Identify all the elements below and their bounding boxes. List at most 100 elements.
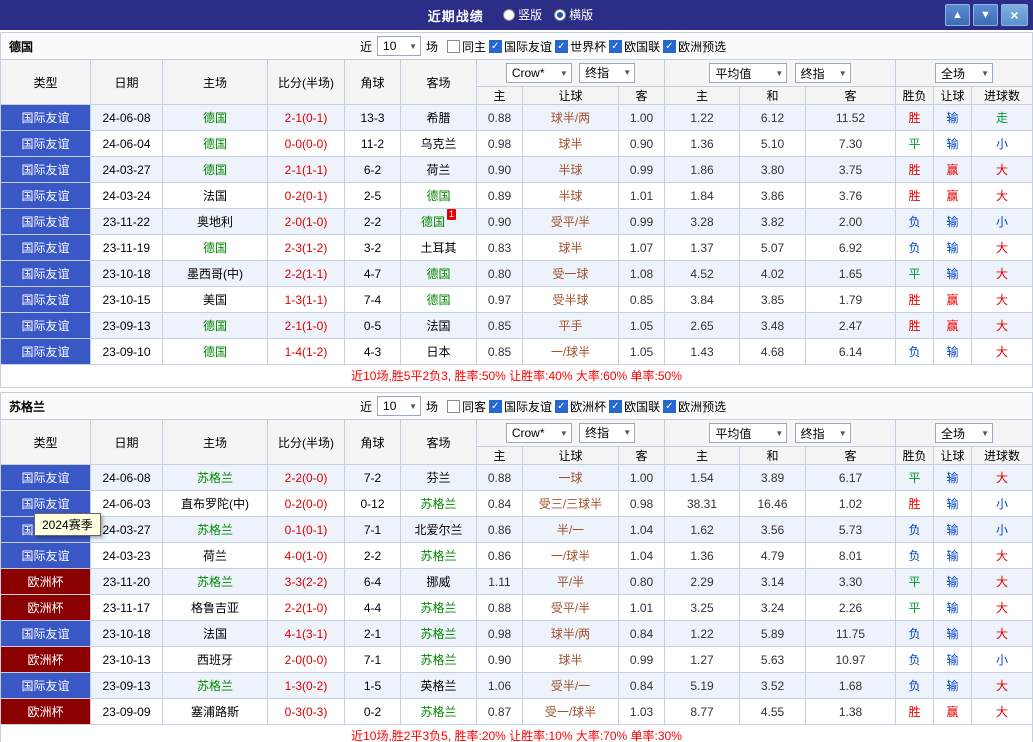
away-team[interactable]: 荷兰 — [401, 157, 477, 183]
average-odds-select[interactable]: 平均值▼ — [709, 63, 787, 83]
checkbox-icon[interactable] — [555, 40, 568, 53]
away-team[interactable]: 希腊 — [401, 105, 477, 131]
filter-option[interactable]: 欧洲预选 — [663, 38, 726, 55]
bookmaker-select[interactable]: Crow*▼ — [506, 423, 572, 443]
match-score[interactable]: 2-2(1-1) — [268, 261, 345, 287]
filter-option[interactable]: 欧国联 — [609, 398, 660, 415]
final-odds-select[interactable]: 终指▼ — [579, 63, 635, 83]
checkbox-icon[interactable] — [663, 40, 676, 53]
match-score[interactable]: 3-3(2-2) — [268, 569, 345, 595]
away-team[interactable]: 苏格兰 — [401, 621, 477, 647]
checkbox-icon[interactable] — [447, 400, 460, 413]
home-team[interactable]: 苏格兰 — [163, 673, 268, 699]
home-team[interactable]: 美国 — [163, 287, 268, 313]
home-team[interactable]: 法国 — [163, 621, 268, 647]
checkbox-icon[interactable] — [609, 40, 622, 53]
home-team[interactable]: 德国 — [163, 235, 268, 261]
checkbox-icon[interactable] — [489, 400, 502, 413]
final-odds-select-2[interactable]: 终指▼ — [795, 63, 851, 83]
match-score[interactable]: 2-2(0-0) — [268, 465, 345, 491]
match-score[interactable]: 2-0(1-0) — [268, 209, 345, 235]
away-team[interactable]: 挪威 — [401, 569, 477, 595]
home-team[interactable]: 荷兰 — [163, 543, 268, 569]
radio-icon[interactable] — [503, 9, 515, 21]
home-team[interactable]: 西班牙 — [163, 647, 268, 673]
away-team[interactable]: 乌克兰 — [401, 131, 477, 157]
average-odds-select[interactable]: 平均值▼ — [709, 423, 787, 443]
match-count-select[interactable]: 10▼ — [377, 396, 421, 416]
match-score[interactable]: 2-2(1-0) — [268, 595, 345, 621]
checkbox-icon[interactable] — [555, 400, 568, 413]
scroll-up-button[interactable]: ▲ — [945, 4, 970, 26]
layout-radio-vertical[interactable]: 竖版 — [503, 6, 542, 23]
match-score[interactable]: 0-2(0-0) — [268, 491, 345, 517]
full-match-select[interactable]: 全场▼ — [935, 63, 993, 83]
close-button[interactable]: × — [1001, 4, 1028, 26]
home-team[interactable]: 法国 — [163, 183, 268, 209]
checkbox-icon[interactable] — [663, 400, 676, 413]
away-team[interactable]: 德国 — [401, 261, 477, 287]
filter-option[interactable]: 欧国联 — [609, 38, 660, 55]
away-team[interactable]: 土耳其 — [401, 235, 477, 261]
match-score[interactable]: 2-1(1-1) — [268, 157, 345, 183]
away-team[interactable]: 苏格兰 — [401, 647, 477, 673]
away-team[interactable]: 英格兰 — [401, 673, 477, 699]
match-score[interactable]: 4-1(3-1) — [268, 621, 345, 647]
scroll-down-button[interactable]: ▼ — [973, 4, 998, 26]
away-team[interactable]: 日本 — [401, 339, 477, 365]
away-team[interactable]: 德国 — [401, 183, 477, 209]
match-score[interactable]: 1-3(0-2) — [268, 673, 345, 699]
away-team[interactable]: 苏格兰 — [401, 491, 477, 517]
layout-radio-horizontal[interactable]: 横版 — [554, 6, 593, 23]
checkbox-icon[interactable] — [609, 400, 622, 413]
filter-option[interactable]: 同主 — [447, 38, 486, 55]
filter-option[interactable]: 同客 — [447, 398, 486, 415]
home-team[interactable]: 墨西哥(中) — [163, 261, 268, 287]
home-team[interactable]: 塞浦路斯 — [163, 699, 268, 725]
radio-icon[interactable] — [554, 9, 566, 21]
home-team[interactable]: 苏格兰 — [163, 465, 268, 491]
match-score[interactable]: 1-4(1-2) — [268, 339, 345, 365]
final-odds-select[interactable]: 终指▼ — [579, 423, 635, 443]
bookmaker-select[interactable]: Crow*▼ — [506, 63, 572, 83]
match-score[interactable]: 2-3(1-2) — [268, 235, 345, 261]
home-team[interactable]: 格鲁吉亚 — [163, 595, 268, 621]
away-team[interactable]: 北爱尔兰 — [401, 517, 477, 543]
filter-option[interactable]: 欧洲预选 — [663, 398, 726, 415]
match-score[interactable]: 0-3(0-3) — [268, 699, 345, 725]
away-team[interactable]: 德国1 — [401, 209, 477, 235]
full-match-select[interactable]: 全场▼ — [935, 423, 993, 443]
match-score[interactable]: 0-2(0-1) — [268, 183, 345, 209]
match-score[interactable]: 1-3(1-1) — [268, 287, 345, 313]
filter-option[interactable]: 国际友谊 — [489, 38, 552, 55]
home-team[interactable]: 德国 — [163, 105, 268, 131]
away-team[interactable]: 苏格兰 — [401, 699, 477, 725]
match-score[interactable]: 2-0(0-0) — [268, 647, 345, 673]
match-score[interactable]: 2-1(1-0) — [268, 313, 345, 339]
filter-option[interactable]: 世界杯 — [555, 38, 606, 55]
away-team[interactable]: 德国 — [401, 287, 477, 313]
away-team[interactable]: 芬兰 — [401, 465, 477, 491]
home-team[interactable]: 直布罗陀(中) — [163, 491, 268, 517]
away-team[interactable]: 苏格兰 — [401, 595, 477, 621]
final-odds-select-2[interactable]: 终指▼ — [795, 423, 851, 443]
home-team[interactable]: 德国 — [163, 339, 268, 365]
home-team[interactable]: 奥地利 — [163, 209, 268, 235]
home-team[interactable]: 苏格兰 — [163, 517, 268, 543]
away-team[interactable]: 法国 — [401, 313, 477, 339]
checkbox-icon[interactable] — [447, 40, 460, 53]
home-team[interactable]: 德国 — [163, 131, 268, 157]
match-count-select[interactable]: 10▼ — [377, 36, 421, 56]
match-score[interactable]: 0-1(0-1) — [268, 517, 345, 543]
checkbox-icon[interactable] — [489, 40, 502, 53]
match-score[interactable]: 2-1(0-1) — [268, 105, 345, 131]
filter-option[interactable]: 欧洲杯 — [555, 398, 606, 415]
home-team[interactable]: 德国 — [163, 313, 268, 339]
match-score[interactable]: 0-0(0-0) — [268, 131, 345, 157]
away-team[interactable]: 苏格兰 — [401, 543, 477, 569]
home-team[interactable]: 德国 — [163, 157, 268, 183]
match-score[interactable]: 4-0(1-0) — [268, 543, 345, 569]
filter-option[interactable]: 国际友谊 — [489, 398, 552, 415]
handicap-result-cell: 输 — [934, 261, 972, 287]
home-team[interactable]: 苏格兰 — [163, 569, 268, 595]
